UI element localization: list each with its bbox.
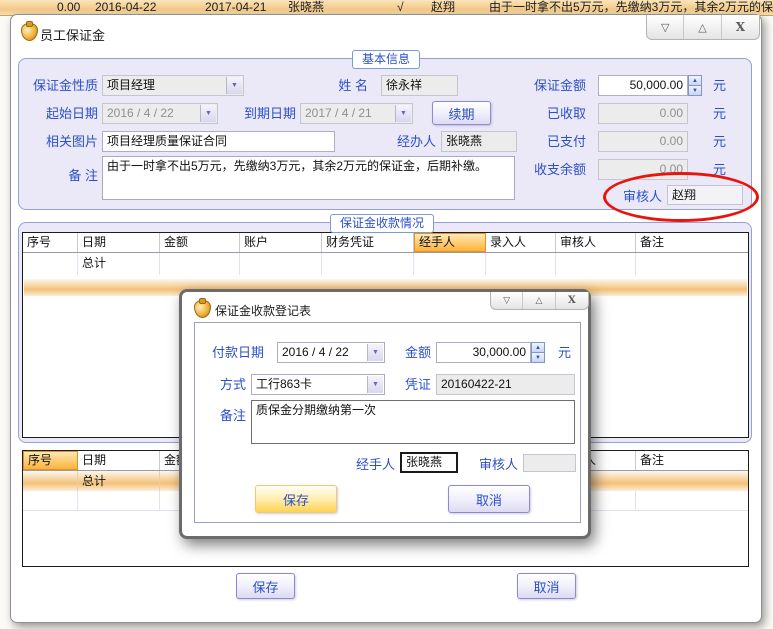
pay-date-picker[interactable]: 2016 / 4 / 22 ▼ xyxy=(277,342,385,363)
dialog-save-button[interactable]: 保存 xyxy=(255,485,337,513)
col-amount[interactable]: 金额 xyxy=(160,233,240,252)
dropdown-arrow-icon[interactable]: ▼ xyxy=(367,376,383,393)
paid-label: 已支付 xyxy=(533,134,586,149)
start-date-label: 起始日期 xyxy=(38,106,98,121)
receipts-total-row: 总计 xyxy=(23,253,748,275)
col-entry[interactable]: 录入人 xyxy=(486,233,556,252)
dialog-handler-input[interactable]: 张晓燕 xyxy=(400,452,458,473)
receipt-registration-dialog: 保证金收款登记表 ▽ △ X 付款日期 2016 / 4 / 22 ▼ 金额 3… xyxy=(179,289,591,539)
bg-handler: 张晓燕 xyxy=(288,0,324,15)
spin-down-icon[interactable]: ▼ xyxy=(688,86,702,96)
close-button[interactable]: X xyxy=(721,15,759,39)
start-date-picker[interactable]: 2016 / 4 / 22 ▼ xyxy=(102,103,218,124)
received-label: 已收取 xyxy=(533,106,586,121)
basic-info-tab: 基本信息 xyxy=(352,50,420,69)
deposit-amount-spinner[interactable]: ▲ ▼ xyxy=(688,75,702,96)
dialog-note-textarea[interactable]: 质保金分期缴纳第一次 xyxy=(251,400,575,444)
voucher-field: 20160422-21 xyxy=(436,374,575,395)
dropdown-arrow-icon[interactable]: ▼ xyxy=(367,344,383,361)
main-save-button[interactable]: 保存 xyxy=(236,573,295,599)
total-cell: 总计 xyxy=(78,471,160,491)
name-label: 姓 名 xyxy=(326,78,368,93)
dialog-close-button[interactable]: X xyxy=(555,292,588,309)
related-image-input[interactable]: 项目经理质量保证合同 xyxy=(102,131,335,152)
dialog-reviewer-field xyxy=(523,454,576,472)
renew-button[interactable]: 续期 xyxy=(432,101,491,125)
end-date-picker[interactable]: 2017 / 4 / 21 ▼ xyxy=(300,103,413,124)
yuan-label: 元 xyxy=(710,106,726,121)
col-date[interactable]: 日期 xyxy=(78,233,160,252)
bg-note: 由于一时拿不出5万元，先缴纳3万元，其余2万元的保证金，后 xyxy=(489,0,773,15)
bg-start: 2016-04-22 xyxy=(95,0,156,15)
pay-date-label: 付款日期 xyxy=(206,345,264,360)
col-seq[interactable]: 序号 xyxy=(23,233,78,252)
end-date-label: 到期日期 xyxy=(236,106,296,121)
dialog-controls: ▽ △ X xyxy=(490,292,589,310)
balance-label: 收支余额 xyxy=(518,162,586,177)
dialog-handler-label: 经手人 xyxy=(349,457,395,472)
window-title: 员工保证金 xyxy=(40,25,105,44)
name-field[interactable]: 徐永祥 xyxy=(381,75,458,96)
dropdown-arrow-icon[interactable]: ▼ xyxy=(226,77,242,94)
nature-label: 保证金性质 xyxy=(22,78,98,93)
bg-reviewer: 赵翔 xyxy=(431,0,455,15)
related-image-label: 相关图片 xyxy=(38,134,98,149)
yuan-label: 元 xyxy=(555,345,571,360)
yuan-label: 元 xyxy=(710,78,726,93)
minimize-button[interactable]: ▽ xyxy=(647,15,683,39)
bg-amount: 0.00 xyxy=(57,0,80,15)
paid-field: 0.00 xyxy=(598,131,688,152)
dialog-maximize-button[interactable]: △ xyxy=(522,292,554,309)
dialog-title: 保证金收款登记表 xyxy=(215,302,311,319)
note-label: 备 注 xyxy=(52,168,98,183)
maximize-button[interactable]: △ xyxy=(683,15,720,39)
total-cell: 总计 xyxy=(78,253,160,275)
dialog-note-label: 备注 xyxy=(216,408,246,423)
reviewer-annotation-ellipse xyxy=(603,172,759,222)
col-note[interactable]: 备注 xyxy=(636,233,748,252)
window-controls: ▽ △ X xyxy=(646,15,760,40)
col-account[interactable]: 账户 xyxy=(240,233,322,252)
receipts-header-row: 序号 日期 金额 账户 财务凭证 经手人 录入人 审核人 备注 xyxy=(23,233,748,253)
main-cancel-button[interactable]: 取消 xyxy=(517,573,576,599)
deposit-amount-label: 保证金额 xyxy=(518,78,586,93)
receipts-tab: 保证金收款情况 xyxy=(330,214,434,233)
dropdown-arrow-icon[interactable]: ▼ xyxy=(200,105,216,122)
dialog-cancel-button[interactable]: 取消 xyxy=(448,485,530,513)
handler-field: 张晓燕 xyxy=(441,131,517,152)
received-field: 0.00 xyxy=(598,103,688,124)
bg-end: 2017-04-21 xyxy=(205,0,266,15)
dialog-amount-label: 金额 xyxy=(403,345,431,360)
spin-down-icon[interactable]: ▼ xyxy=(531,353,545,363)
dropdown-arrow-icon[interactable]: ▼ xyxy=(395,105,411,122)
bg-check: √ xyxy=(397,0,404,15)
yuan-label: 元 xyxy=(710,134,726,149)
col-handler[interactable]: 经手人 xyxy=(414,233,486,252)
spin-up-icon[interactable]: ▲ xyxy=(531,342,545,353)
dialog-amount-spinner[interactable]: ▲ ▼ xyxy=(531,342,545,363)
voucher-label: 凭证 xyxy=(403,377,431,392)
nature-combobox[interactable]: 项目经理 ▼ xyxy=(102,75,244,96)
dialog-minimize-button[interactable]: ▽ xyxy=(491,292,522,309)
col-voucher[interactable]: 财务凭证 xyxy=(322,233,414,252)
deposit-amount-input[interactable]: 50,000.00 xyxy=(598,75,688,96)
col-date[interactable]: 日期 xyxy=(78,451,160,470)
col-seq[interactable]: 序号 xyxy=(23,451,78,470)
col-note[interactable]: 备注 xyxy=(636,451,748,470)
dialog-icon xyxy=(194,300,211,318)
spin-up-icon[interactable]: ▲ xyxy=(688,75,702,86)
note-textarea[interactable]: 由于一时拿不出5万元，先缴纳3万元，其余2万元的保证金，后期补缴。 xyxy=(102,156,515,200)
method-combobox[interactable]: 工行863卡 ▼ xyxy=(251,374,385,395)
dialog-reviewer-label: 审核人 xyxy=(472,457,518,472)
screen: 0.00 2016-04-22 2017-04-21 张晓燕 √ 赵翔 由于一时… xyxy=(0,0,773,629)
col-reviewer[interactable]: 审核人 xyxy=(556,233,636,252)
method-label: 方式 xyxy=(216,377,246,392)
handler-label: 经办人 xyxy=(390,134,436,149)
dialog-amount-input[interactable]: 30,000.00 xyxy=(436,342,531,363)
